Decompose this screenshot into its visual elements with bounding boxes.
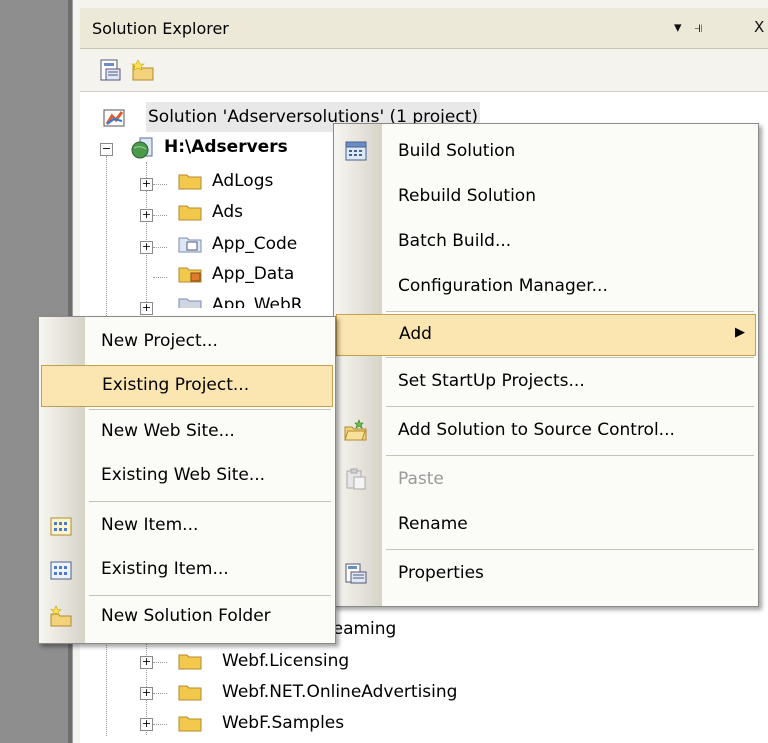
submenu-item-existing-item[interactable]: Existing Item... [39,549,335,591]
expand-toggle[interactable]: + [140,656,153,669]
project-label: H:\Adservers [164,137,288,157]
menu-item-paste[interactable]: Paste [334,458,758,502]
web-project-globe-icon [131,137,153,159]
menu-item-add[interactable]: Add ▶ [336,314,756,356]
folder-icon [178,654,202,670]
menu-item-rebuild-solution[interactable]: Rebuild Solution [334,175,758,219]
existing-item-icon [50,561,72,580]
app-data-folder-icon [178,267,202,283]
solution-context-menu: Build Solution Rebuild Solution Batch Bu… [333,123,759,607]
tree-item-app-code[interactable]: App_Code [178,229,338,259]
collapse-toggle[interactable]: − [100,143,113,156]
submenu-item-new-solution-folder[interactable]: New Solution Folder [39,597,335,639]
tree-item-app-data[interactable]: App_Data [178,259,338,289]
tree-item-streaming[interactable]: reaming [326,614,526,644]
tree-item-app-webref[interactable]: App_WebR [178,290,338,308]
tree-item-adlogs[interactable]: AdLogs [178,166,338,196]
expand-toggle[interactable]: + [140,178,153,191]
submenu-item-new-web-site[interactable]: New Web Site... [39,411,335,453]
source-control-icon [344,419,367,441]
panel-title-bar: Solution Explorer ▾ ⫣ X [80,8,768,49]
tree-item-webf-licensing[interactable]: Webf.Licensing [178,646,538,676]
expand-toggle[interactable]: + [140,302,153,315]
expand-toggle[interactable]: + [140,241,153,254]
folder-icon [178,716,202,732]
expand-toggle[interactable]: + [140,718,153,731]
folder-icon [178,205,202,221]
submenu-item-new-project[interactable]: New Project... [39,321,335,363]
properties-icon [345,563,367,584]
new-item-icon [50,517,72,536]
tree-item-webf-samples[interactable]: WebF.Samples [178,708,538,738]
add-submenu: New Project... Existing Project... New W… [38,316,336,644]
expand-toggle[interactable]: + [140,687,153,700]
panel-title: Solution Explorer [92,19,229,38]
tree-item-webf-net-onlineadvertising[interactable]: Webf.NET.OnlineAdvertising [178,677,578,707]
menu-item-rename[interactable]: Rename [334,503,758,547]
panel-toolbar [80,49,768,92]
tree-item-ads[interactable]: Ads [178,197,338,227]
app-code-folder-icon [178,237,202,253]
new-solution-folder-icon[interactable] [130,57,156,83]
menu-item-build-solution[interactable]: Build Solution [334,130,758,174]
menu-item-set-startup-projects[interactable]: Set StartUp Projects... [334,360,758,404]
submenu-arrow-icon: ▶ [735,325,745,340]
menu-item-properties[interactable]: Properties [334,552,758,596]
app-webref-folder-icon [178,298,202,308]
properties-icon[interactable] [98,57,124,83]
menu-item-add-solution-to-source-control[interactable]: Add Solution to Source Control... [334,409,758,453]
submenu-item-existing-project[interactable]: Existing Project... [41,365,333,407]
folder-icon [178,685,202,701]
close-icon[interactable]: X [754,18,764,36]
submenu-item-new-item[interactable]: New Item... [39,505,335,547]
expand-toggle[interactable]: + [140,209,153,222]
menu-item-configuration-manager[interactable]: Configuration Manager... [334,265,758,309]
submenu-item-existing-web-site[interactable]: Existing Web Site... [39,455,335,497]
solution-icon [103,109,125,127]
build-icon [345,141,367,161]
dropdown-arrow-icon[interactable]: ▾ [674,18,682,36]
folder-icon [178,174,202,190]
pin-icon[interactable]: ⫣ [694,18,703,36]
new-folder-icon [50,605,72,627]
paste-icon [346,468,366,490]
menu-item-batch-build[interactable]: Batch Build... [334,220,758,264]
